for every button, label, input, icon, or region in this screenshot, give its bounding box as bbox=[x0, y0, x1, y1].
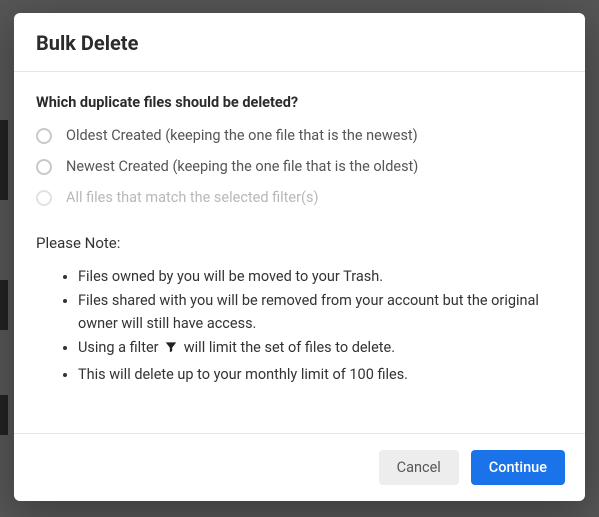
radio-label: All files that match the selected filter… bbox=[66, 189, 319, 206]
note-item: This will delete up to your monthly limi… bbox=[78, 364, 563, 386]
note-text-pre: Using a filter bbox=[78, 339, 162, 356]
continue-button[interactable]: Continue bbox=[471, 450, 565, 485]
note-item-filter: Using a filter will limit the set of fil… bbox=[78, 337, 563, 361]
modal-footer: Cancel Continue bbox=[14, 433, 585, 501]
radio-option-oldest[interactable]: Oldest Created (keeping the one file tha… bbox=[36, 127, 563, 144]
radio-option-newest[interactable]: Newest Created (keeping the one file tha… bbox=[36, 158, 563, 175]
modal-title: Bulk Delete bbox=[36, 31, 563, 55]
notes-list: Files owned by you will be moved to your… bbox=[36, 266, 563, 386]
note-heading: Please Note: bbox=[36, 234, 563, 252]
note-item: Files shared with you will be removed fr… bbox=[78, 290, 563, 335]
bulk-delete-modal: Bulk Delete Which duplicate files should… bbox=[14, 13, 585, 501]
modal-header: Bulk Delete bbox=[14, 13, 585, 72]
radio-option-all-filter: All files that match the selected filter… bbox=[36, 189, 563, 206]
note-item: Files owned by you will be moved to your… bbox=[78, 266, 563, 288]
modal-body: Which duplicate files should be deleted?… bbox=[14, 72, 585, 433]
cancel-button[interactable]: Cancel bbox=[379, 450, 459, 485]
radio-label: Oldest Created (keeping the one file tha… bbox=[66, 127, 418, 144]
radio-circle-icon bbox=[36, 190, 52, 206]
radio-circle-icon bbox=[36, 128, 52, 144]
question-text: Which duplicate files should be deleted? bbox=[36, 94, 563, 111]
radio-label: Newest Created (keeping the one file tha… bbox=[66, 158, 418, 175]
radio-circle-icon bbox=[36, 159, 52, 175]
note-text-post: will limit the set of files to delete. bbox=[180, 339, 395, 356]
filter-icon bbox=[164, 339, 178, 361]
